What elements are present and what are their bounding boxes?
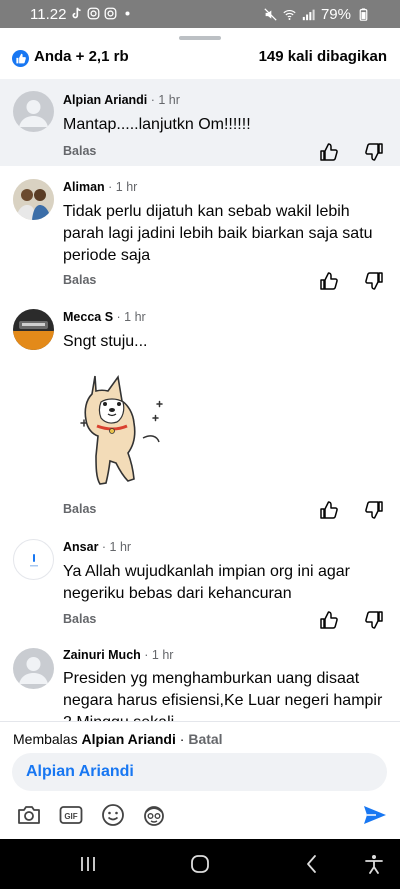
avatar[interactable] [13, 179, 54, 220]
avatar[interactable] [13, 309, 54, 350]
comment-item: Ansar · 1 hr Ya Allah wujudkanlah impian… [0, 526, 400, 636]
share-count[interactable]: 149 kali dibagikan [259, 48, 387, 65]
comment-item: Zainuri Much · 1 hr Presiden yg menghamb… [0, 636, 400, 721]
signal-icon [302, 9, 315, 21]
comment-time: · 1 hr [144, 648, 174, 662]
mute-icon [264, 8, 277, 21]
reply-button[interactable]: Balas [63, 502, 96, 516]
comment-text: Presiden yg menghamburkan uang disaat ne… [63, 670, 383, 721]
like-reaction-icon[interactable] [12, 50, 29, 67]
battery-icon [359, 8, 368, 21]
dislike-icon[interactable] [364, 610, 384, 630]
reply-button[interactable]: Balas [63, 612, 96, 626]
mention-tag: Alpian Ariandi [26, 763, 134, 780]
cancel-reply-button[interactable]: Batal [188, 731, 222, 747]
instagram-icon [87, 7, 100, 20]
status-time: 11.22 [30, 6, 67, 23]
like-icon[interactable] [319, 271, 339, 291]
comment-author[interactable]: Ansar [63, 540, 98, 554]
comment-time: · 1 hr [150, 93, 180, 107]
svg-text:GIF: GIF [64, 812, 77, 821]
avatar-sticker-icon[interactable] [141, 802, 167, 828]
status-bar: 11.22 79% [0, 0, 400, 28]
reply-composer: Membalas Alpian Ariandi · Batal Alpian A… [0, 721, 400, 839]
comment-time: · 1 hr [101, 540, 132, 554]
instagram-icon [104, 7, 117, 20]
comment-item: Alpian Ariandi · 1 hr Mantap.....lanjutk… [0, 79, 400, 166]
comment-text: Mantap.....lanjutkn Om!!!!!! [63, 116, 251, 133]
comment-author[interactable]: Zainuri Much [63, 648, 141, 662]
reply-target[interactable]: Alpian Ariandi [81, 731, 175, 747]
back-icon[interactable] [301, 853, 323, 875]
replying-to: Membalas Alpian Ariandi · Batal [13, 731, 223, 747]
dislike-icon[interactable] [364, 271, 384, 291]
comments-sheet: Anda + 2,1 rb 149 kali dibagikan Alpian … [0, 28, 400, 721]
home-icon[interactable] [189, 853, 211, 875]
comment-time: · 1 hr [108, 180, 138, 194]
dot-icon [125, 11, 130, 16]
comment-text: Sngt stuju... [63, 333, 148, 350]
comment-item: Mecca S · 1 hr Sngt stuju... [0, 296, 400, 526]
like-icon[interactable] [319, 500, 339, 520]
camera-icon[interactable] [16, 802, 42, 828]
emoji-icon[interactable] [100, 802, 126, 828]
comment-author[interactable]: Mecca S [63, 310, 113, 324]
drag-handle[interactable] [179, 36, 221, 40]
comment-author[interactable]: Alpian Ariandi [63, 93, 147, 107]
reaction-summary[interactable]: Anda + 2,1 rb [34, 48, 129, 65]
comment-text: Tidak perlu dijatuh kan sebab wakil lebi… [63, 203, 373, 264]
dislike-icon[interactable] [364, 142, 384, 162]
battery-percent: 79% [320, 6, 351, 23]
dislike-icon[interactable] [364, 500, 384, 520]
avatar[interactable] [13, 539, 54, 580]
like-icon[interactable] [319, 142, 339, 162]
comment-author[interactable]: Aliman [63, 180, 105, 194]
reply-button[interactable]: Balas [63, 273, 96, 287]
send-icon[interactable] [362, 802, 388, 828]
system-nav-bar [0, 839, 400, 889]
comment-text: Ya Allah wujudkanlah impian org ini agar… [63, 563, 350, 602]
comment-item: Aliman · 1 hr Tidak perlu dijatuh kan se… [0, 166, 400, 296]
dog-sticker[interactable] [73, 368, 168, 493]
comment-input[interactable]: Alpian Ariandi [12, 753, 387, 791]
comment-time: · 1 hr [116, 310, 146, 324]
accessibility-icon[interactable] [363, 853, 385, 875]
avatar[interactable] [13, 91, 54, 132]
reply-button[interactable]: Balas [63, 144, 96, 158]
gif-icon[interactable]: GIF [58, 802, 84, 828]
wifi-icon [283, 9, 296, 20]
recent-apps-icon[interactable] [77, 853, 99, 875]
like-icon[interactable] [319, 610, 339, 630]
tiktok-icon [72, 7, 81, 19]
avatar[interactable] [13, 648, 54, 689]
